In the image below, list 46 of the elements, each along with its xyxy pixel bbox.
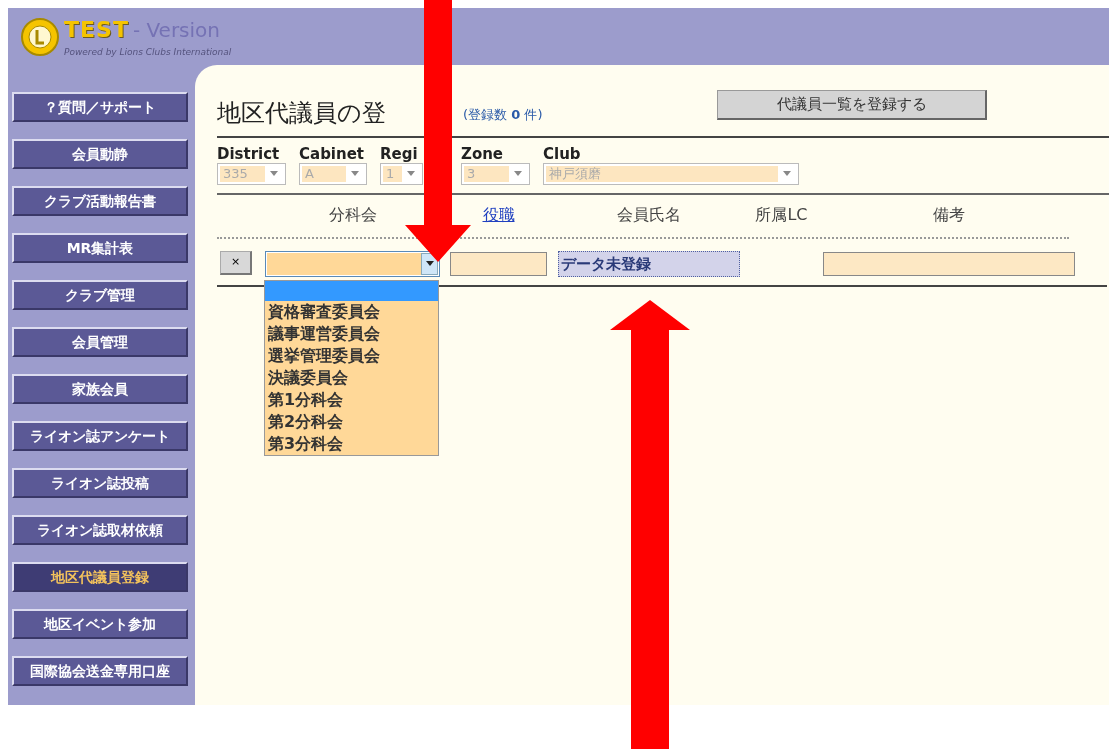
remarks-field[interactable] — [823, 251, 1075, 276]
delete-button[interactable]: × — [220, 250, 252, 275]
sidebar-item[interactable]: 地区イベント参加 — [12, 609, 188, 639]
sidebar-item[interactable]: クラブ管理 — [12, 280, 188, 310]
column-header: 分科会 — [327, 203, 378, 226]
dropdown-option[interactable]: 資格審査委員会 — [265, 300, 438, 323]
logo-text: TEST — [64, 16, 129, 45]
lion-emblem-icon — [20, 16, 60, 57]
sidebar-item[interactable]: 会員動静 — [12, 139, 188, 169]
dropdown-option[interactable]: 議事運営委員会 — [265, 322, 438, 345]
sidebar-item[interactable]: MR集計表 — [12, 233, 188, 263]
column-header: 備考 — [932, 203, 966, 226]
register-list-button[interactable]: 代議員一覧を登録する — [717, 90, 987, 120]
sidebar-item[interactable]: クラブ活動報告書 — [12, 186, 188, 216]
member-name-status: データ未登録 — [558, 250, 740, 277]
filter-label: Club — [543, 146, 582, 163]
column-header: 所属LC — [754, 203, 809, 226]
dropdown-option[interactable]: 第2分科会 — [265, 410, 438, 433]
filter-label: Zone — [461, 146, 505, 163]
sidebar-item[interactable]: ？質問／サポート — [12, 92, 188, 122]
sidebar-item[interactable]: 会員管理 — [12, 327, 188, 357]
filter-label: Regi — [380, 146, 419, 163]
logo-tagline: Powered by Lions Clubs International — [64, 46, 232, 60]
registration-count: (登録数 0 件) — [463, 105, 543, 124]
column-header: 会員氏名 — [616, 203, 682, 226]
filter-label: District — [217, 146, 281, 163]
sidebar-item[interactable]: 国際協会送金専用口座 — [12, 656, 188, 686]
caret-icon — [514, 171, 522, 176]
sidebar-item[interactable]: ライオン誌投稿 — [12, 468, 188, 498]
caret-icon — [783, 171, 791, 176]
dropdown-option[interactable]: 決議委員会 — [265, 366, 438, 389]
committee-select[interactable] — [265, 250, 440, 277]
caret-icon — [407, 171, 415, 176]
sidebar-item[interactable]: 地区代議員登録 — [12, 562, 188, 592]
sidebar-item[interactable]: ライオン誌取材依頼 — [12, 515, 188, 545]
position-field[interactable] — [450, 251, 547, 276]
filter-label: Cabinet — [299, 146, 366, 163]
dropdown-option[interactable]: 第1分科会 — [265, 388, 438, 411]
sidebar-item[interactable]: ライオン誌アンケート — [12, 421, 188, 451]
caret-icon — [351, 171, 359, 176]
caret-icon — [270, 171, 278, 176]
dropdown-option[interactable]: 第3分科会 — [265, 432, 438, 455]
page-title: 地区代議員の登 — [217, 99, 386, 128]
dropdown-option[interactable]: 選挙管理委員会 — [265, 344, 438, 367]
sidebar-item[interactable]: 家族会員 — [12, 374, 188, 404]
column-header-link[interactable]: 役職 — [450, 202, 547, 227]
